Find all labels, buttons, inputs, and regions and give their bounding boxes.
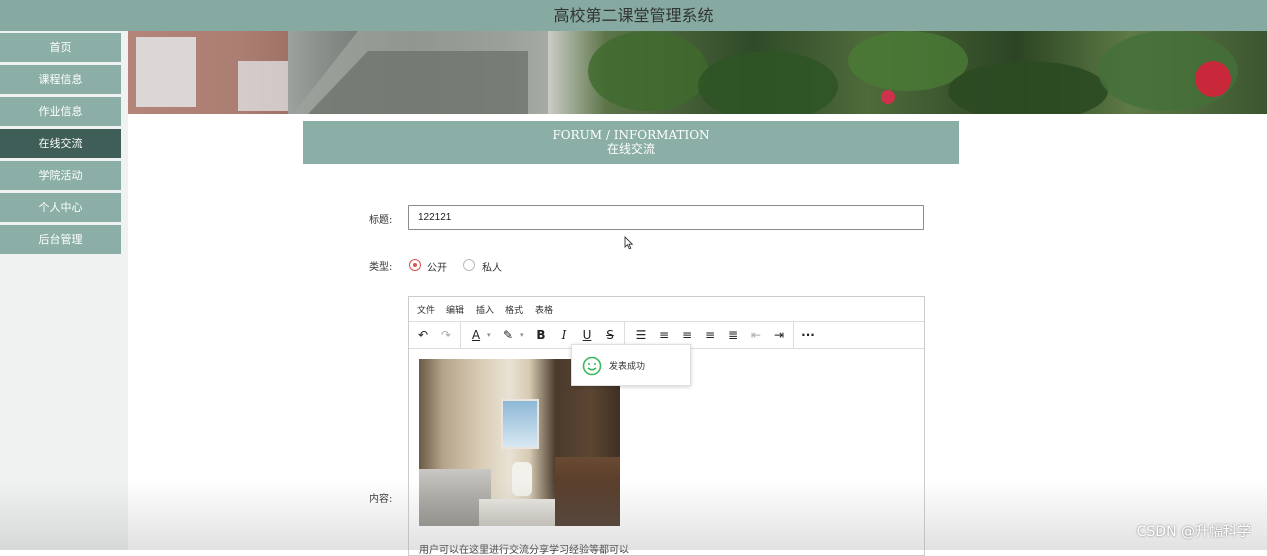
type-public-radio[interactable] — [409, 259, 421, 271]
sidebar-item-profile[interactable]: 个人中心 — [0, 193, 121, 222]
type-private-radio[interactable] — [463, 259, 475, 271]
section-title-en: FORUM / INFORMATION — [552, 128, 710, 142]
align-center-icon[interactable]: ≡ — [677, 325, 697, 345]
menu-insert[interactable]: 插入 — [476, 303, 494, 316]
chevron-down-icon[interactable]: ▾ — [487, 325, 495, 345]
toast-message: 发表成功 — [609, 362, 646, 372]
align-right-icon[interactable]: ≡ — [700, 325, 720, 345]
section-header: FORUM / INFORMATION 在线交流 — [303, 121, 959, 164]
undo-icon[interactable]: ↶ — [413, 325, 433, 345]
redo-icon[interactable]: ↷ — [436, 325, 456, 345]
title-label: 标题: — [369, 215, 393, 226]
sidebar-item-homework[interactable]: 作业信息 — [0, 97, 121, 126]
italic-icon[interactable]: I — [554, 325, 574, 345]
sidebar-item-activities[interactable]: 学院活动 — [0, 161, 121, 190]
bullet-list-icon[interactable]: ☰ — [631, 325, 651, 345]
menu-edit[interactable]: 编辑 — [446, 303, 464, 316]
smile-icon — [582, 356, 602, 376]
highlight-color-icon[interactable]: ✎ — [498, 325, 518, 345]
type-public-label[interactable]: 公开 — [427, 259, 447, 274]
watermark: CSDN @升幅科学 — [1136, 524, 1251, 540]
indent-icon[interactable]: ⇥ — [769, 325, 789, 345]
mouse-cursor-icon — [624, 236, 634, 250]
font-color-icon[interactable]: A — [466, 325, 486, 345]
type-private-label[interactable]: 私人 — [482, 259, 502, 274]
header-banner-image — [128, 31, 1267, 114]
section-title-zh: 在线交流 — [606, 142, 655, 156]
sidebar-item-home[interactable]: 首页 — [0, 33, 121, 62]
sidebar-item-admin[interactable]: 后台管理 — [0, 225, 121, 254]
align-left-icon[interactable]: ≡ — [654, 325, 674, 345]
align-justify-icon[interactable]: ≣ — [723, 325, 743, 345]
sidebar-item-forum[interactable]: 在线交流 — [0, 129, 121, 158]
editor-content-text: 用户可以在这里进行交流分享学习经验等都可以 — [419, 545, 629, 556]
sidebar-item-courses[interactable]: 课程信息 — [0, 65, 121, 94]
strikethrough-icon[interactable]: S — [600, 325, 620, 345]
menu-table[interactable]: 表格 — [535, 303, 553, 316]
underline-icon[interactable]: U — [577, 325, 597, 345]
outdent-icon[interactable]: ⇤ — [746, 325, 766, 345]
more-icon[interactable]: ··· — [798, 325, 818, 345]
bold-icon[interactable]: B — [531, 325, 551, 345]
title-input[interactable]: 122121 — [408, 205, 924, 230]
type-label: 类型: — [369, 262, 393, 273]
menu-format[interactable]: 格式 — [505, 303, 523, 316]
app-title: 高校第二课堂管理系统 — [0, 0, 1267, 31]
menu-file[interactable]: 文件 — [417, 303, 435, 316]
chevron-down-icon[interactable]: ▾ — [520, 325, 528, 345]
sidebar: 首页 课程信息 作业信息 在线交流 学院活动 个人中心 后台管理 — [0, 31, 128, 550]
success-toast: 发表成功 — [571, 344, 691, 386]
editor-menubar: 文件 编辑 插入 格式 表格 — [409, 297, 924, 322]
content-label: 内容: — [369, 494, 393, 505]
